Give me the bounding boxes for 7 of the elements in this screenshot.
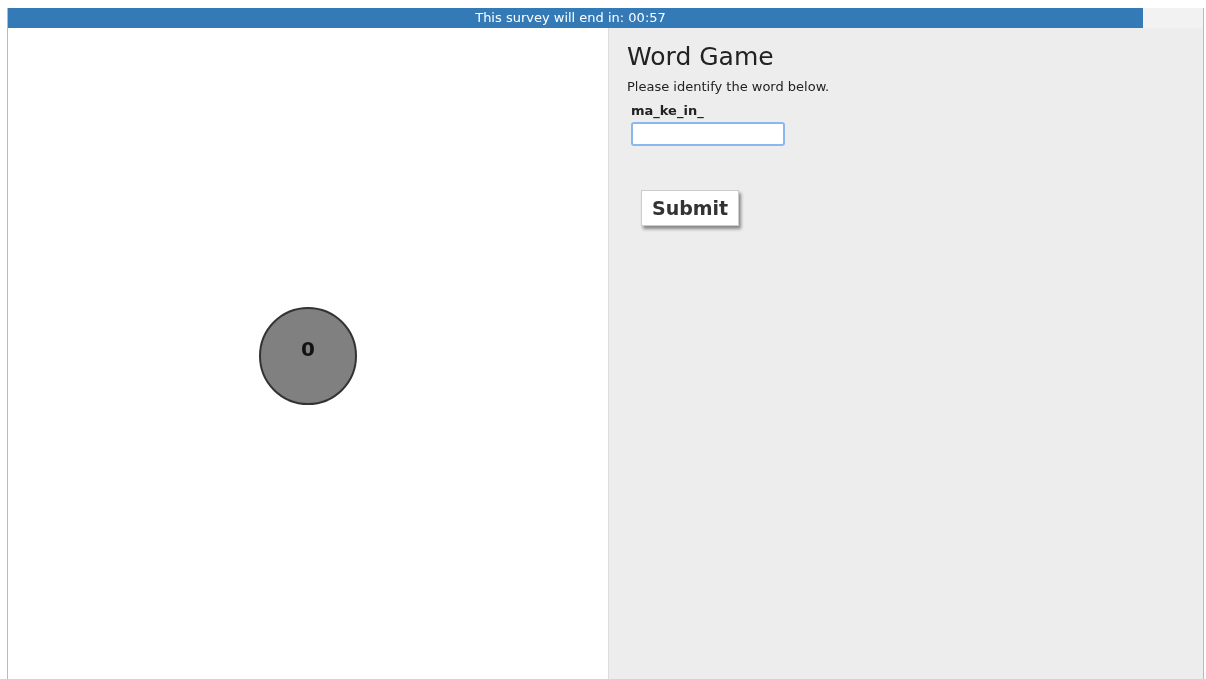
submit-button[interactable]: Submit — [641, 190, 740, 226]
instruction-text: Please identify the word below. — [627, 79, 831, 94]
counter-value: 0 — [301, 336, 315, 361]
word-puzzle: ma_ke_in_ — [631, 103, 704, 118]
game-title: Word Game — [627, 42, 775, 71]
timer-text: This survey will end in: 00:57 — [474, 9, 667, 27]
answer-field[interactable] — [631, 122, 785, 146]
